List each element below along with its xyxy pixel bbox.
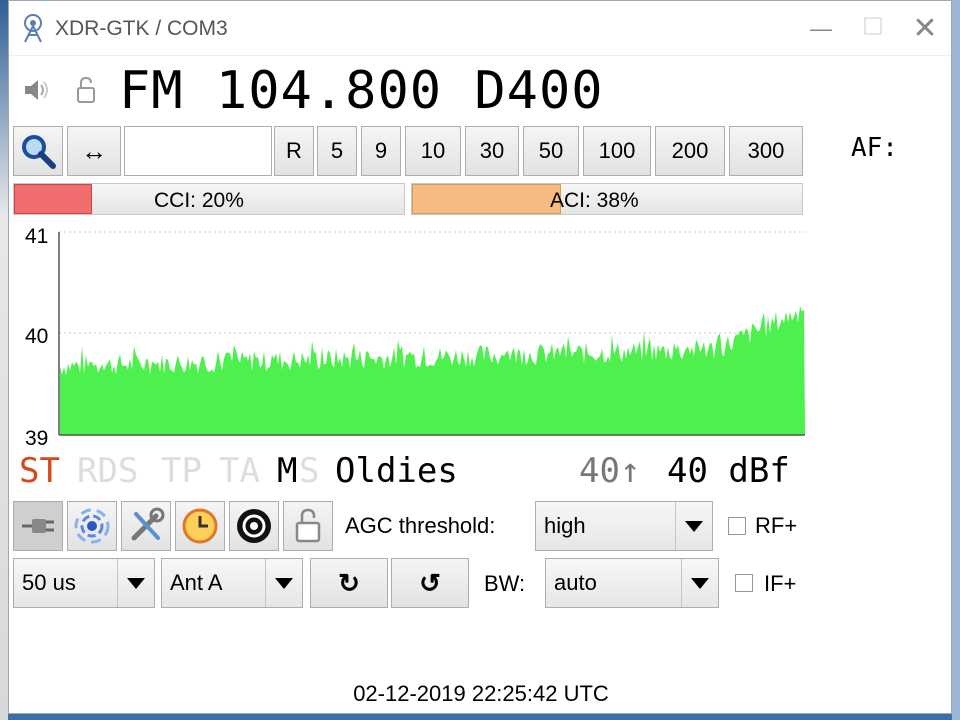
rds-ps-name: Oldies bbox=[335, 451, 458, 491]
desktop-background-right bbox=[952, 0, 960, 720]
step-button-r[interactable]: R bbox=[274, 126, 314, 176]
music-flag: M bbox=[277, 451, 298, 491]
signal-level: 40 dBf bbox=[667, 451, 790, 491]
pattern-icon bbox=[237, 509, 271, 543]
deemphasis-select[interactable]: 50 us bbox=[13, 558, 155, 608]
speech-flag: S bbox=[299, 451, 320, 491]
cci-meter: CCI: 20% bbox=[13, 183, 405, 215]
agc-threshold-label: AGC threshold: bbox=[345, 513, 496, 538]
graph-y-mid: 40 bbox=[25, 325, 48, 348]
aci-label: ACI: 38% bbox=[550, 189, 639, 212]
schedule-button[interactable] bbox=[175, 501, 225, 551]
cci-meter-fill bbox=[14, 184, 92, 214]
step-button-10[interactable]: 10 bbox=[405, 126, 461, 176]
rf-plus-label: RF+ bbox=[755, 513, 798, 538]
deemphasis-value: 50 us bbox=[22, 570, 76, 595]
clock-icon bbox=[182, 508, 218, 544]
if-plus-checkbox[interactable] bbox=[735, 574, 753, 592]
unlock-icon bbox=[295, 508, 321, 543]
rotate-clockwise-button[interactable]: ↺ bbox=[391, 558, 469, 608]
bandwidth-label: BW: bbox=[484, 571, 526, 596]
chevron-down-icon bbox=[265, 559, 302, 607]
tools-icon bbox=[131, 507, 165, 541]
main-window: XDR-GTK / COM3 — ✕ FM 104.800 D400 ↔ R59… bbox=[8, 0, 952, 714]
maximize-icon bbox=[864, 17, 882, 35]
graph-y-max: 41 bbox=[25, 225, 48, 248]
rds-flag: RDS bbox=[77, 451, 139, 491]
step-button-100[interactable]: 100 bbox=[583, 126, 651, 176]
rf-plus-checkbox[interactable] bbox=[728, 517, 746, 535]
agc-threshold-value: high bbox=[544, 513, 586, 538]
if-plus-label: IF+ bbox=[764, 571, 797, 596]
step-button-50[interactable]: 50 bbox=[523, 126, 579, 176]
status-row: ST RDS TP TA M S Oldies 40↑ 40 dBf bbox=[9, 451, 809, 495]
signal-level-area bbox=[60, 306, 805, 435]
app-icon bbox=[24, 14, 42, 43]
speaker-icon[interactable] bbox=[21, 75, 51, 105]
utc-datetime: 02-12-2019 22:25:42 UTC bbox=[353, 681, 609, 706]
bandwidth-select[interactable]: auto bbox=[545, 558, 719, 608]
close-button[interactable]: ✕ bbox=[905, 13, 945, 45]
rotate-counterclockwise-button[interactable]: ↻ bbox=[310, 558, 388, 608]
chevron-down-icon bbox=[681, 559, 718, 607]
search-icon bbox=[22, 135, 56, 169]
desktop-background bbox=[0, 0, 8, 720]
settings-button[interactable] bbox=[121, 501, 171, 551]
cci-label: CCI: 20% bbox=[154, 189, 244, 212]
graph-y-min: 39 bbox=[25, 427, 48, 450]
aci-meter-fill bbox=[412, 184, 561, 214]
lock-icon[interactable] bbox=[75, 75, 97, 105]
ta-flag: TA bbox=[219, 451, 260, 491]
swap-button[interactable]: ↔ bbox=[67, 126, 121, 176]
antenna-pattern-button[interactable] bbox=[229, 501, 279, 551]
step-button-200[interactable]: 200 bbox=[655, 126, 725, 176]
step-button-5[interactable]: 5 bbox=[317, 126, 357, 176]
minimize-button[interactable]: — bbox=[801, 13, 841, 45]
step-button-300[interactable]: 300 bbox=[729, 126, 803, 176]
frequency-row: FM 104.800 D400 bbox=[9, 61, 951, 121]
bandwidth-value: auto bbox=[554, 570, 597, 595]
rds-icon bbox=[74, 508, 110, 544]
unlock-button[interactable] bbox=[283, 501, 333, 551]
antenna-select[interactable]: Ant A bbox=[161, 558, 303, 608]
plug-icon bbox=[22, 519, 54, 533]
step-button-30[interactable]: 30 bbox=[465, 126, 519, 176]
chevron-down-icon bbox=[675, 502, 712, 550]
antenna-value: Ant A bbox=[170, 570, 223, 595]
search-button[interactable] bbox=[13, 126, 63, 176]
connect-button[interactable] bbox=[13, 501, 63, 551]
frequency-display: FM 104.800 D400 bbox=[119, 61, 604, 121]
title-bar[interactable]: XDR-GTK / COM3 — ✕ bbox=[9, 1, 951, 56]
signal-graph: 41 40 39 bbox=[25, 225, 805, 450]
chevron-down-icon bbox=[117, 559, 154, 607]
max-signal-level: 40↑ bbox=[579, 451, 641, 491]
rds-button[interactable] bbox=[67, 501, 117, 551]
window-title: XDR-GTK / COM3 bbox=[55, 17, 228, 40]
af-label: AF: bbox=[851, 133, 898, 163]
aci-meter: ACI: 38% bbox=[411, 183, 803, 215]
tp-flag: TP bbox=[161, 451, 202, 491]
agc-threshold-select[interactable]: high bbox=[535, 501, 713, 551]
step-button-9[interactable]: 9 bbox=[361, 126, 401, 176]
frequency-input[interactable] bbox=[124, 126, 272, 176]
stereo-flag: ST bbox=[19, 451, 60, 491]
maximize-button[interactable] bbox=[853, 13, 893, 45]
